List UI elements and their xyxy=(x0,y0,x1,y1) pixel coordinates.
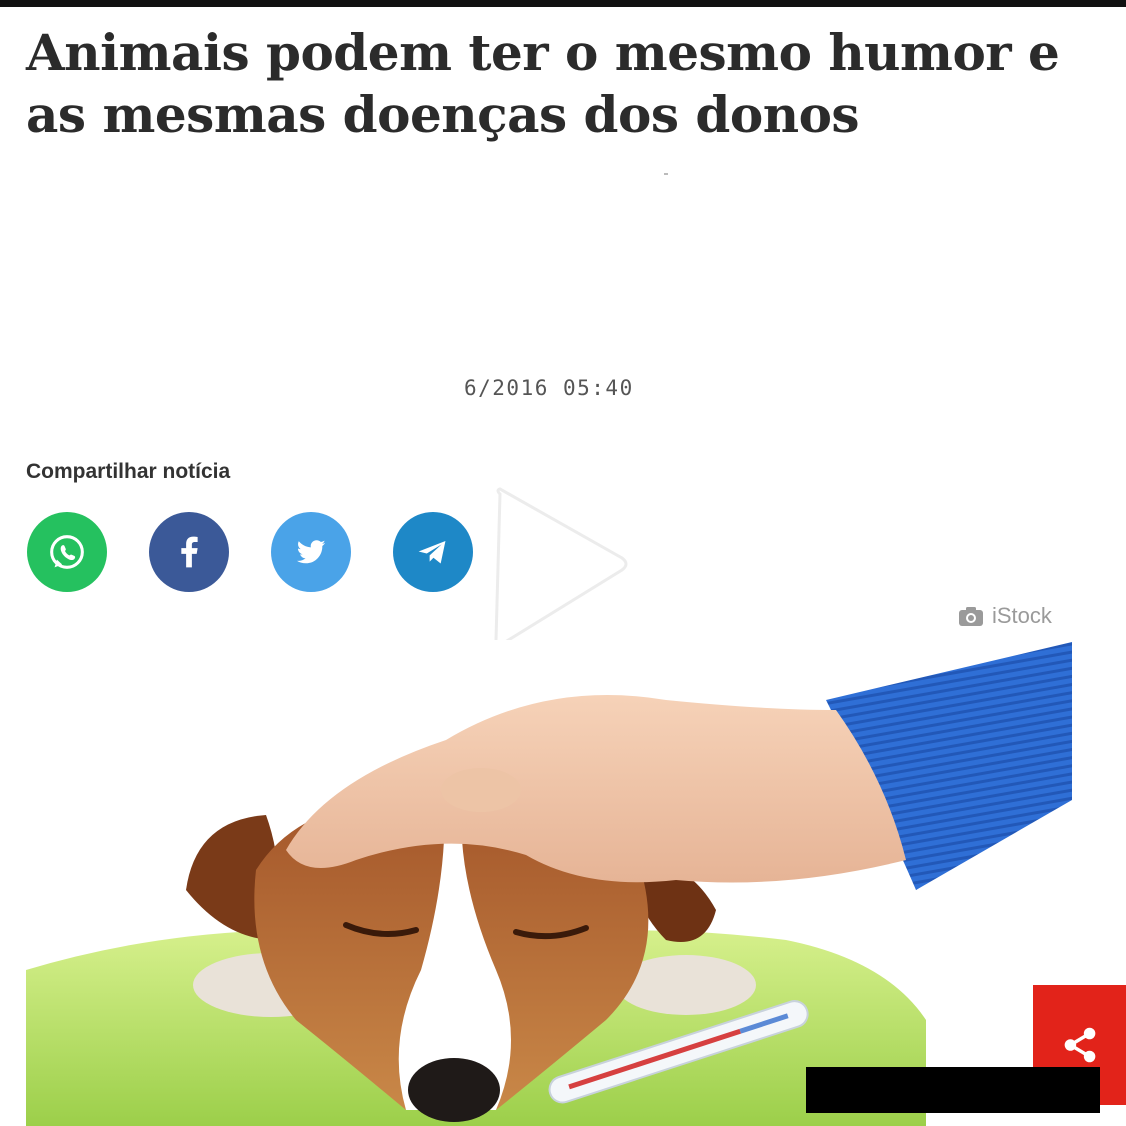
telegram-icon xyxy=(418,540,446,564)
facebook-icon xyxy=(181,536,198,568)
article-headline: Animais podem ter o mesmo humor e as mes… xyxy=(26,23,1060,144)
publish-timestamp: 6/2016 05:40 xyxy=(464,376,634,400)
telegram-share-button[interactable] xyxy=(393,512,473,592)
twitter-share-button[interactable] xyxy=(271,512,351,592)
play-icon[interactable] xyxy=(492,484,632,652)
dog-photo-illustration xyxy=(26,640,1100,1126)
whatsapp-icon xyxy=(50,535,84,569)
photo-credit-text: iStock xyxy=(992,603,1052,628)
redaction-bar xyxy=(806,1067,1100,1113)
top-bar xyxy=(0,0,1126,7)
facebook-share-button[interactable] xyxy=(149,512,229,592)
separator-dot xyxy=(664,173,668,175)
camera-icon xyxy=(959,607,983,626)
whatsapp-share-button[interactable] xyxy=(27,512,107,592)
photo-credit: iStock xyxy=(958,603,1052,629)
share-icon xyxy=(1064,1027,1095,1063)
article-photo xyxy=(26,640,1100,1126)
twitter-icon xyxy=(296,540,326,564)
share-label: Compartilhar notícia xyxy=(26,460,231,483)
